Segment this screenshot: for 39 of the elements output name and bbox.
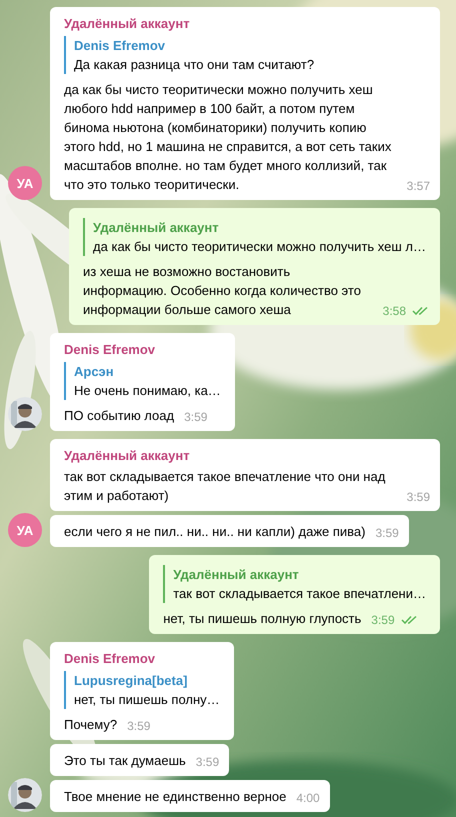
message-text: Почему? (64, 716, 118, 734)
message-time: 3:59 (371, 613, 395, 627)
reply-author: Удалённый аккаунт (93, 219, 220, 237)
reply-quote[interactable]: Lupusregina[beta] нет, ты пишешь полну… (64, 671, 220, 709)
reply-quote[interactable]: Арсэн Не очень понимаю, ка… (64, 362, 221, 400)
reply-author: Арсэн (74, 363, 115, 381)
avatar[interactable] (8, 778, 42, 812)
avatar[interactable] (8, 397, 42, 431)
reply-text: так вот складывается такое впечатлени… (173, 585, 426, 603)
message-text: из хеша не возможно востановить информацию. Особенно когда количество это информации больше самого хеша (83, 263, 362, 319)
reply-quote[interactable]: Denis Efremov Да какая разница что они там считают? (64, 36, 426, 74)
reply-quote[interactable]: Удалённый аккаунт да как бы чисто теоритически можно получить хеш л… (83, 218, 426, 256)
reply-text: Не очень понимаю, ка… (74, 382, 221, 400)
message-time: 3:59 (376, 526, 399, 540)
sender-name[interactable]: Denis Efremov (64, 649, 220, 668)
message-text: Твое мнение не единственно верное (64, 788, 286, 806)
message-text: да как бы чисто теоритически можно получить хеш любого hdd например в 100 байт, а потом путем бинома ньютона (комбинаторики) получить копию этого hdd, но 1 машина не справится, а вот сеть таких масштабов вполне. но там будет много коллизий, так что это только теоритически. (64, 81, 392, 194)
message-text: Это ты так думаешь (64, 752, 186, 770)
message-time: 3:59 (127, 719, 150, 733)
reply-text: нет, ты пишешь полну… (74, 691, 220, 709)
reply-text: Да какая разница что они там считают? (74, 56, 316, 74)
message-time: 3:59 (184, 410, 208, 424)
message-time: 3:59 (196, 755, 220, 769)
reply-text: да как бы чисто теоритически можно получить хеш л… (93, 238, 426, 256)
message-text: так вот складывается такое впечатление что они над этим и работают) (64, 468, 386, 505)
sender-name[interactable]: Denis Efremov (64, 340, 221, 359)
sender-name[interactable]: Удалённый аккаунт (64, 446, 426, 465)
reply-author: Удалённый аккаунт (173, 566, 300, 584)
message-time: 3:59 (406, 490, 430, 504)
message-time: 3:58 (382, 304, 406, 318)
reply-author: Denis Efremov (74, 37, 166, 55)
reply-author: Lupusregina[beta] (74, 672, 188, 690)
reply-quote[interactable]: Удалённый аккаунт так вот складывается такое впечатлени… (163, 565, 426, 603)
message-text: ПО событию лоад (64, 407, 174, 425)
message-time: 4:00 (296, 791, 320, 805)
sender-name[interactable]: Удалённый аккаунт (64, 14, 426, 33)
message-text: если чего я не пил.. ни.. ни.. ни капли) даже пива) (64, 523, 366, 541)
message-time: 3:57 (406, 179, 430, 193)
message-text: нет, ты пишешь полную глупость (163, 610, 362, 628)
